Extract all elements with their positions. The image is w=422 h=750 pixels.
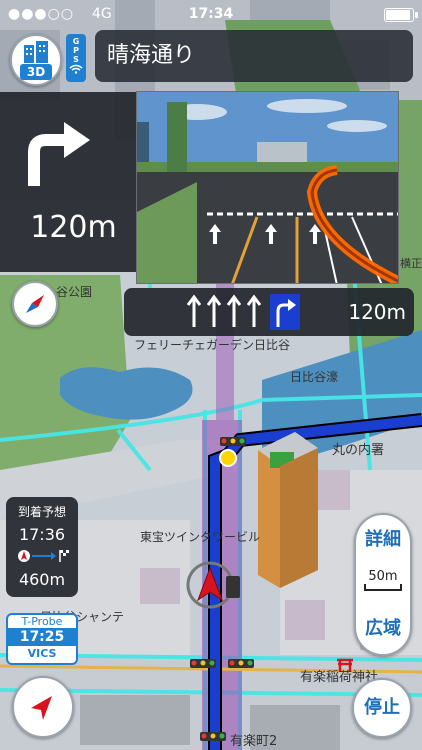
buildings-icon	[24, 41, 48, 63]
turn-distance: 120m	[30, 210, 117, 245]
traffic-info-panel[interactable]: T-Probe 17:25 VICS	[6, 613, 78, 665]
lane-arrows-icon	[186, 294, 300, 330]
turn-guidance-panel: 120m	[0, 92, 147, 272]
compass-icon	[26, 295, 44, 313]
zoom-control-panel: 詳細 50m 広域	[354, 513, 412, 656]
garden-label: フェリーチェガーデン日比谷	[134, 338, 291, 352]
probe-time: 17:25	[8, 628, 76, 646]
park-label: 谷公園	[56, 285, 93, 299]
junction-view-image	[136, 91, 399, 284]
tower-building	[258, 432, 318, 588]
lane-distance: 120m	[348, 300, 406, 324]
detail-zoom-button[interactable]: 詳細	[356, 525, 410, 551]
view-mode-label: 3D	[20, 64, 52, 80]
map-scale: 50m	[360, 569, 406, 593]
current-location-button[interactable]	[12, 676, 74, 738]
route-to-goal-icon	[18, 550, 69, 562]
remaining-distance: 460m	[18, 570, 66, 589]
status-bar: ●●●○○ 4G 17:34	[0, 0, 422, 28]
arrival-estimate-panel: 到着予想 17:36 460m	[6, 497, 78, 597]
tower-label: 東宝ツインタワービル	[140, 530, 261, 544]
corner-label: 横正	[400, 257, 422, 270]
current-road-name: 晴海通り	[95, 30, 413, 82]
battery-icon	[384, 8, 418, 22]
district-label: 有楽町2	[230, 734, 278, 749]
stop-guidance-button[interactable]: 停止	[352, 678, 412, 738]
navigation-arrow-icon	[31, 696, 52, 720]
probe-label: T-Probe	[21, 615, 63, 628]
route-waypoint	[219, 449, 237, 467]
clock: 17:34	[188, 6, 234, 22]
view-mode-button[interactable]: 3D	[10, 34, 62, 86]
gps-signal-icon	[69, 64, 83, 74]
arrival-time: 17:36	[18, 525, 66, 544]
police-station-label: 丸の内署	[332, 443, 385, 458]
navigation-screen: 谷公園 フェリーチェガーデン日比谷 日比谷濠 丸の内署 東宝ツインタワービル 日…	[0, 0, 422, 750]
moat-label: 日比谷濠	[290, 370, 339, 384]
gps-label: GPS	[71, 37, 81, 64]
compass-button[interactable]	[12, 281, 58, 327]
arrival-label: 到着予想	[17, 505, 66, 519]
turn-right-icon	[28, 122, 90, 186]
gps-status-badge: GPS	[66, 34, 86, 82]
wide-zoom-button[interactable]: 広域	[356, 614, 410, 640]
lane-guidance-panel: 120m	[124, 288, 414, 336]
vics-label: VICS	[27, 647, 57, 660]
